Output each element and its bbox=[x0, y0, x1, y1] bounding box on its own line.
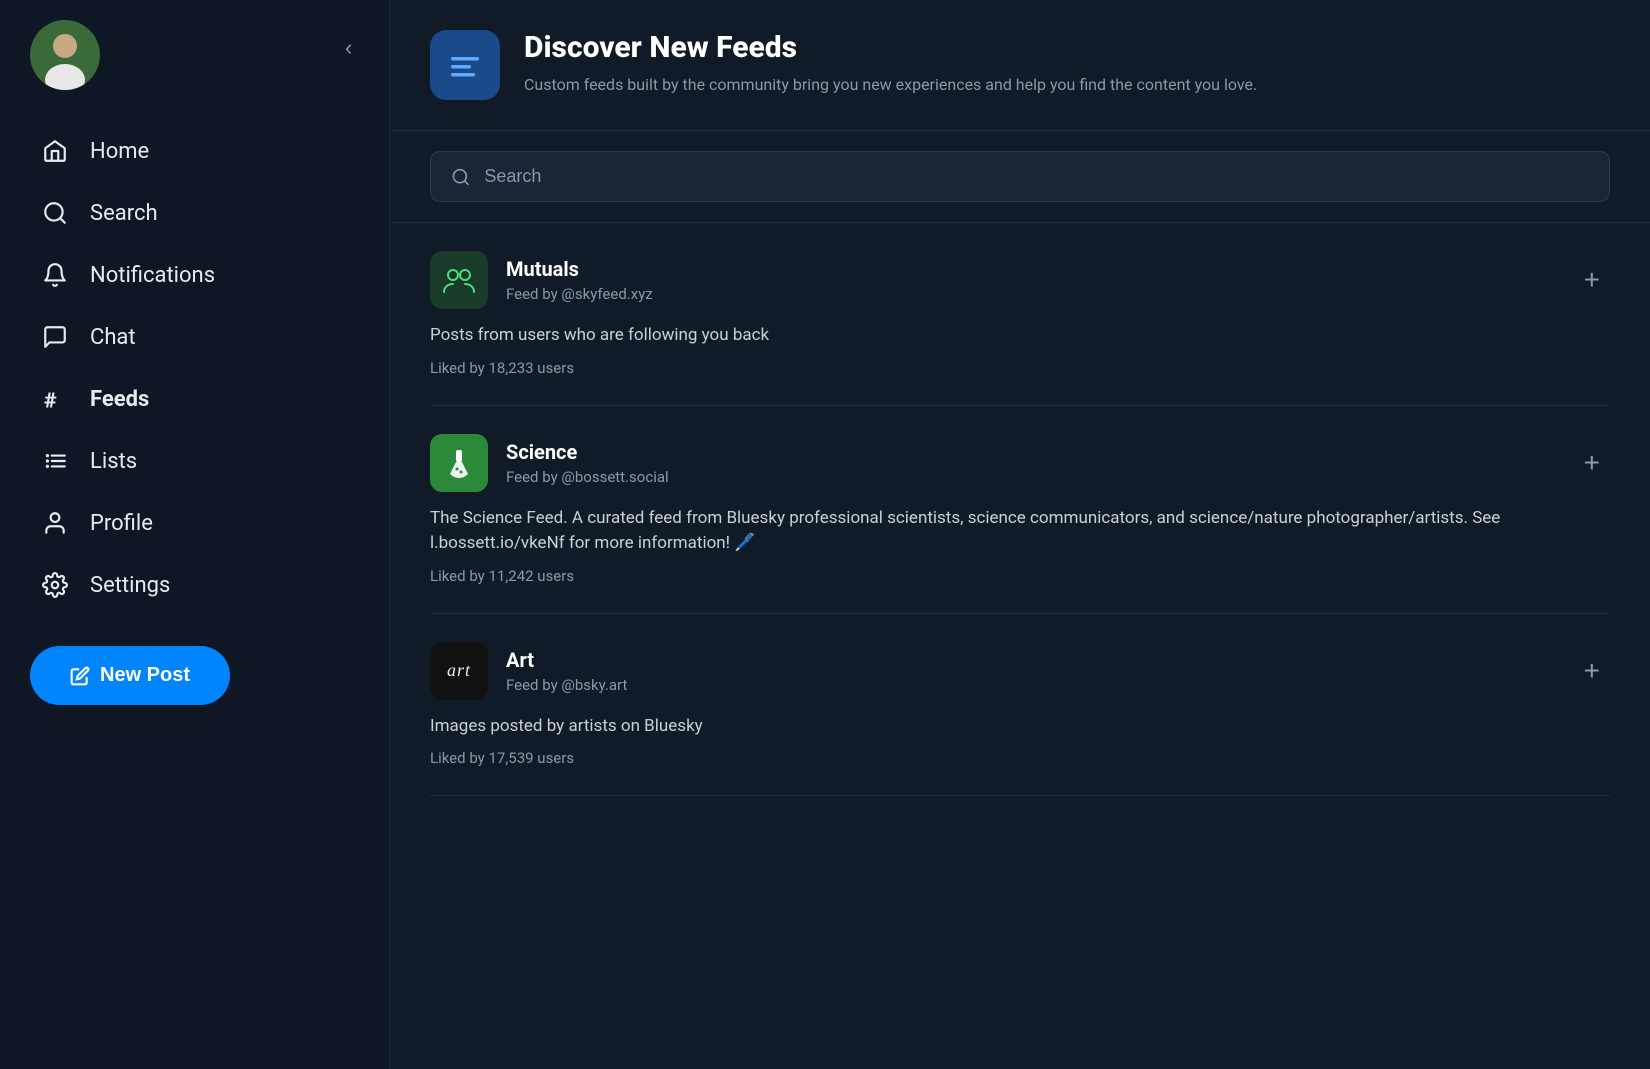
feed-item-art: art Art Feed by @bsky.art + Images poste… bbox=[430, 614, 1610, 797]
feed-by-mutuals: Feed by @skyfeed.xyz bbox=[506, 285, 653, 303]
svg-text:#: # bbox=[44, 389, 57, 412]
feed-list: Mutuals Feed by @skyfeed.xyz + Posts fro… bbox=[390, 223, 1650, 796]
page-title: Discover New Feeds bbox=[524, 30, 1257, 65]
feed-name-mutuals: Mutuals bbox=[506, 257, 653, 281]
sidebar-nav: Home Search Notifications bbox=[30, 120, 359, 616]
chat-icon bbox=[40, 322, 70, 352]
sidebar-item-settings[interactable]: Settings bbox=[30, 554, 359, 616]
sidebar-item-settings-label: Settings bbox=[90, 573, 170, 598]
avatar[interactable] bbox=[30, 20, 100, 90]
feed-info-art: art Art Feed by @bsky.art bbox=[430, 642, 627, 700]
discover-feeds-icon bbox=[430, 30, 500, 100]
page-description: Custom feeds built by the community brin… bbox=[524, 73, 1257, 97]
feed-likes-mutuals: Liked by 18,233 users bbox=[430, 359, 1610, 377]
feeds-icon: # bbox=[40, 384, 70, 414]
search-container bbox=[390, 131, 1650, 223]
feed-avatar-art: art bbox=[430, 642, 488, 700]
collapse-button[interactable]: ‹ bbox=[340, 30, 357, 66]
sidebar-item-chat[interactable]: Chat bbox=[30, 306, 359, 368]
add-button-art[interactable]: + bbox=[1574, 650, 1610, 692]
feed-likes-science: Liked by 11,242 users bbox=[430, 567, 1610, 585]
search-input[interactable] bbox=[484, 166, 1589, 187]
sidebar-item-feeds[interactable]: # Feeds bbox=[30, 368, 359, 430]
feed-header-mutuals: Mutuals Feed by @skyfeed.xyz + bbox=[430, 251, 1610, 309]
feed-likes-art: Liked by 17,539 users bbox=[430, 749, 1610, 767]
sidebar-item-home[interactable]: Home bbox=[30, 120, 359, 182]
add-button-science[interactable]: + bbox=[1574, 442, 1610, 484]
sidebar-item-lists[interactable]: Lists bbox=[30, 430, 359, 492]
feed-avatar-mutuals bbox=[430, 251, 488, 309]
sidebar-item-notifications[interactable]: Notifications bbox=[30, 244, 359, 306]
sidebar-item-feeds-label: Feeds bbox=[90, 387, 149, 412]
page-header: Discover New Feeds Custom feeds built by… bbox=[390, 0, 1650, 131]
feed-info-mutuals: Mutuals Feed by @skyfeed.xyz bbox=[430, 251, 653, 309]
home-icon bbox=[40, 136, 70, 166]
sidebar-item-chat-label: Chat bbox=[90, 325, 136, 350]
new-post-button[interactable]: New Post bbox=[30, 646, 230, 705]
feed-name-science: Science bbox=[506, 440, 669, 464]
add-button-mutuals[interactable]: + bbox=[1574, 259, 1610, 301]
feed-item-science: Science Feed by @bossett.social + The Sc… bbox=[430, 406, 1610, 614]
search-box-icon bbox=[451, 167, 470, 187]
sidebar: ‹ Home bbox=[0, 0, 390, 1069]
header-text: Discover New Feeds Custom feeds built by… bbox=[524, 30, 1257, 97]
feed-avatar-science bbox=[430, 434, 488, 492]
feed-description-mutuals: Posts from users who are following you b… bbox=[430, 323, 1610, 349]
new-post-label: New Post bbox=[100, 664, 190, 687]
feed-header-art: art Art Feed by @bsky.art + bbox=[430, 642, 1610, 700]
feed-description-art: Images posted by artists on Bluesky bbox=[430, 714, 1610, 740]
feed-text-science: Science Feed by @bossett.social bbox=[506, 440, 669, 486]
sidebar-item-search[interactable]: Search bbox=[30, 182, 359, 244]
feed-header-science: Science Feed by @bossett.social + bbox=[430, 434, 1610, 492]
notifications-icon bbox=[40, 260, 70, 290]
lists-icon bbox=[40, 446, 70, 476]
feed-text-art: Art Feed by @bsky.art bbox=[506, 648, 627, 694]
sidebar-item-profile[interactable]: Profile bbox=[30, 492, 359, 554]
sidebar-item-home-label: Home bbox=[90, 139, 149, 164]
feed-item-mutuals: Mutuals Feed by @skyfeed.xyz + Posts fro… bbox=[430, 223, 1610, 406]
feed-name-art: Art bbox=[506, 648, 627, 672]
feed-by-art: Feed by @bsky.art bbox=[506, 676, 627, 694]
search-box bbox=[430, 151, 1610, 202]
feed-by-science: Feed by @bossett.social bbox=[506, 468, 669, 486]
profile-icon bbox=[40, 508, 70, 538]
feed-info-science: Science Feed by @bossett.social bbox=[430, 434, 669, 492]
edit-icon bbox=[70, 666, 90, 686]
main-content: Discover New Feeds Custom feeds built by… bbox=[390, 0, 1650, 1069]
search-icon bbox=[40, 198, 70, 228]
sidebar-item-search-label: Search bbox=[90, 201, 158, 226]
sidebar-item-notifications-label: Notifications bbox=[90, 263, 215, 288]
feed-text-mutuals: Mutuals Feed by @skyfeed.xyz bbox=[506, 257, 653, 303]
sidebar-item-profile-label: Profile bbox=[90, 511, 153, 536]
settings-icon bbox=[40, 570, 70, 600]
sidebar-item-lists-label: Lists bbox=[90, 449, 137, 474]
feed-description-science: The Science Feed. A curated feed from Bl… bbox=[430, 506, 1610, 557]
